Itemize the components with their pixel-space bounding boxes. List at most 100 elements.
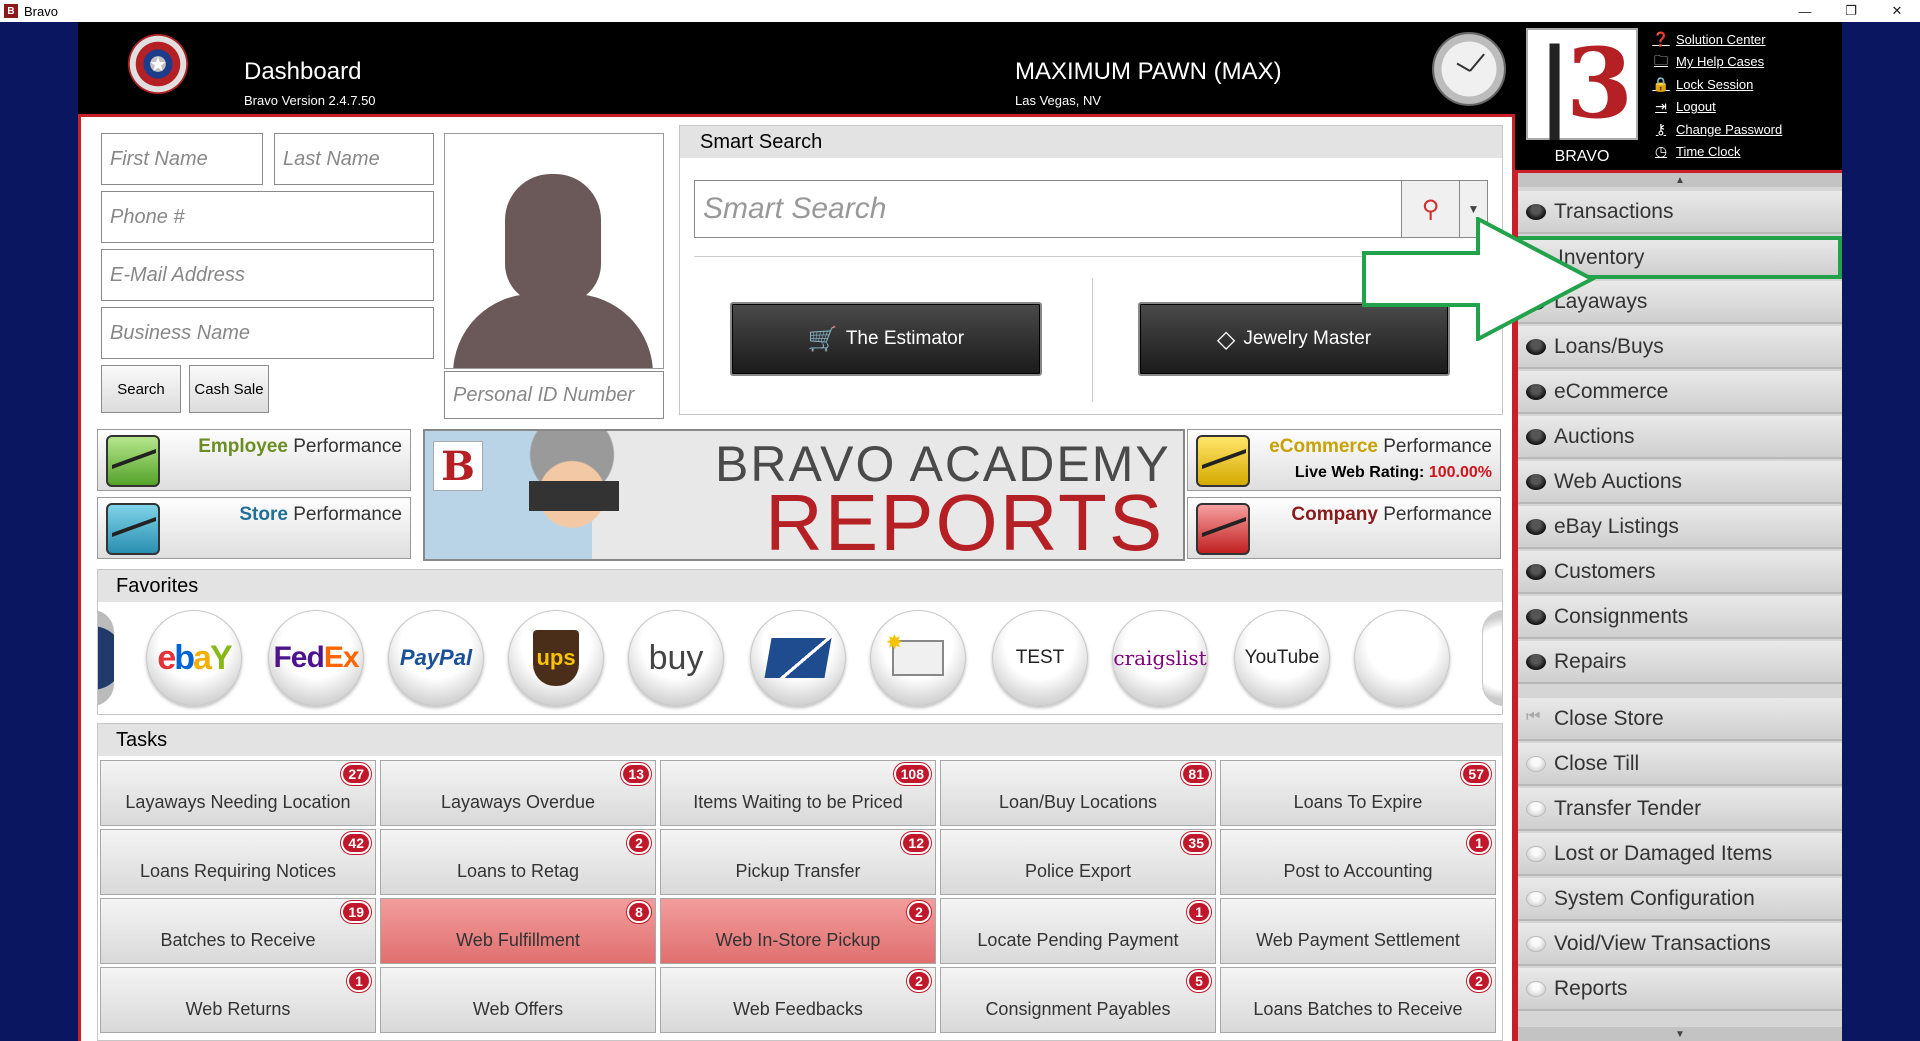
search-icon[interactable]: ⚲	[1402, 180, 1460, 238]
task-tile[interactable]: Locate Pending Payment 1	[940, 898, 1216, 964]
menu-item-close-till[interactable]: Close Till	[1518, 743, 1842, 786]
task-tile[interactable]: Web In-Store Pickup 2	[660, 898, 936, 964]
buy-icon[interactable]: buy	[628, 610, 724, 706]
clock-icon	[1432, 32, 1506, 106]
task-tile[interactable]: Web Payment Settlement	[1220, 898, 1496, 964]
menu-item-transactions[interactable]: Transactions	[1518, 191, 1842, 234]
task-tile[interactable]: Web Returns 1	[100, 967, 376, 1033]
task-count-badge: 13	[621, 763, 651, 785]
shield-logo-icon: ★	[128, 34, 188, 94]
menu-item-system-configuration[interactable]: System Configuration	[1518, 878, 1842, 921]
craigslist-icon[interactable]: craigslist	[1112, 610, 1208, 706]
task-tile[interactable]: Consignment Payables 5	[940, 967, 1216, 1033]
menu-item-repairs[interactable]: Repairs	[1518, 641, 1842, 684]
task-tile[interactable]: Loan/Buy Locations 81	[940, 760, 1216, 826]
task-tile[interactable]: Layaways Needing Location 27	[100, 760, 376, 826]
menu-item-reports[interactable]: Reports	[1518, 968, 1842, 1011]
task-count-badge: 81	[1181, 763, 1211, 785]
menu-item-layaways[interactable]: Layaways	[1518, 281, 1842, 324]
close-button[interactable]: ✕	[1874, 0, 1920, 22]
youtube-icon[interactable]: YouTube	[1234, 610, 1330, 706]
email-input[interactable]: E-Mail Address	[101, 249, 434, 301]
favorite-partial-icon[interactable]	[1482, 610, 1502, 706]
menu-item-label: Web Auctions	[1554, 469, 1683, 493]
first-name-input[interactable]: First Name	[101, 133, 263, 185]
menu-item-consignments[interactable]: Consignments	[1518, 596, 1842, 639]
solution-center-link[interactable]: ❓ Solution Center	[1652, 28, 1782, 51]
menu-item-customers[interactable]: Customers	[1518, 551, 1842, 594]
bravo-logo: |3	[1526, 28, 1638, 140]
phone-input[interactable]: Phone #	[101, 191, 434, 243]
company-performance-tile[interactable]: Company Performance	[1187, 497, 1501, 559]
lock-session-link[interactable]: 🔒 Lock Session	[1652, 73, 1782, 96]
business-name-input[interactable]: Business Name	[101, 307, 434, 359]
task-count-badge: 35	[1181, 832, 1211, 854]
bravo-academy-banner[interactable]: B BRAVO ACADEMY REPORTS	[423, 429, 1185, 561]
logout-link[interactable]: ⇥ Logout	[1652, 96, 1782, 119]
favorite-partial-icon[interactable]	[98, 610, 114, 706]
task-tile[interactable]: Web Feedbacks 2	[660, 967, 936, 1033]
task-label: Police Export	[1024, 860, 1132, 881]
personal-id-input[interactable]: Personal ID Number	[444, 371, 664, 419]
task-tile[interactable]: Police Export 35	[940, 829, 1216, 895]
bullet-icon	[1526, 519, 1546, 535]
restore-button[interactable]: ❐	[1828, 0, 1874, 22]
usps-icon[interactable]	[750, 610, 846, 706]
task-count-badge: 1	[347, 970, 371, 992]
menu-item-ecommerce[interactable]: eCommerce	[1518, 371, 1842, 414]
key-icon: ⚷	[1655, 120, 1667, 137]
change-password-link[interactable]: ⚷ Change Password	[1652, 118, 1782, 141]
estimator-button[interactable]: 🛒 The Estimator	[730, 302, 1042, 376]
menu-item-ebay-listings[interactable]: eBay Listings	[1518, 506, 1842, 549]
search-button[interactable]: Search	[101, 365, 181, 413]
menu-item-auctions[interactable]: Auctions	[1518, 416, 1842, 459]
menu-item-web-auctions[interactable]: Web Auctions	[1518, 461, 1842, 504]
menu-item-loans-buys[interactable]: Loans/Buys	[1518, 326, 1842, 369]
employee-performance-tile[interactable]: Employee Performance	[97, 429, 411, 491]
ebay-icon[interactable]: ebaY	[146, 610, 242, 706]
ecommerce-performance-tile[interactable]: eCommerce Performance Live Web Rating: 1…	[1187, 429, 1501, 491]
bullet-icon	[1526, 654, 1546, 670]
task-tile[interactable]: Pickup Transfer 12	[660, 829, 936, 895]
task-tile[interactable]: Layaways Overdue 13	[380, 760, 656, 826]
task-tile[interactable]: Items Waiting to be Priced 108	[660, 760, 936, 826]
task-tile[interactable]: Web Offers	[380, 967, 656, 1033]
fedex-icon[interactable]: Fed Ex	[268, 610, 364, 706]
cart-icon: 🛒	[807, 325, 838, 353]
last-name-input[interactable]: Last Name	[274, 133, 434, 185]
menu-item-label: Inventory	[1558, 245, 1645, 269]
minimize-button[interactable]: —	[1782, 0, 1828, 22]
task-tile[interactable]: Batches to Receive 19	[100, 898, 376, 964]
task-label: Layaways Needing Location	[125, 791, 351, 812]
task-tile[interactable]: Loans To Expire 57	[1220, 760, 1496, 826]
menu-item-void-view-transactions[interactable]: Void/View Transactions	[1518, 923, 1842, 966]
smart-search-input[interactable]: Smart Search	[694, 180, 1402, 238]
mail-icon[interactable]: ✸	[870, 610, 966, 706]
menu-item-close-store[interactable]: ⏮ Close Store	[1518, 698, 1842, 741]
my-help-cases-link[interactable]: 🗀 My Help Cases	[1652, 51, 1782, 74]
menu-item-transfer-tender[interactable]: Transfer Tender	[1518, 788, 1842, 831]
test-favorite[interactable]: TEST	[992, 610, 1088, 706]
jewelry-master-button[interactable]: ◇ Jewelry Master	[1138, 302, 1450, 376]
chevron-down-icon[interactable]: ▼	[1460, 180, 1488, 238]
store-performance-tile[interactable]: Store Performance	[97, 497, 411, 559]
task-tile[interactable]: Loans to Retag 2	[380, 829, 656, 895]
task-tile[interactable]: Loans Batches to Receive 2	[1220, 967, 1496, 1033]
menu-item-lost-or-damaged-items[interactable]: Lost or Damaged Items	[1518, 833, 1842, 876]
time-clock-link[interactable]: ◷ Time Clock	[1652, 141, 1782, 164]
scroll-up-icon[interactable]: ▲	[1518, 173, 1842, 187]
task-tile[interactable]: Web Fulfillment 8	[380, 898, 656, 964]
menu-item-inventory[interactable]: Inventory	[1518, 236, 1842, 279]
cash-sale-button[interactable]: Cash Sale	[189, 365, 269, 413]
tasks-header: Tasks	[98, 724, 1502, 756]
bullet-icon	[1526, 339, 1546, 355]
blank-favorite[interactable]	[1354, 610, 1450, 706]
task-tile[interactable]: Post to Accounting 1	[1220, 829, 1496, 895]
ups-icon[interactable]: ups	[508, 610, 604, 706]
lock-icon: 🔒	[1652, 75, 1670, 92]
menu-item-label: Auctions	[1554, 424, 1635, 448]
task-tile[interactable]: Loans Requiring Notices 42	[100, 829, 376, 895]
scroll-down-icon[interactable]: ▼	[1518, 1027, 1842, 1041]
paypal-icon[interactable]: PayPal	[388, 610, 484, 706]
window-titlebar: B Bravo — ❐ ✕	[0, 0, 1920, 22]
